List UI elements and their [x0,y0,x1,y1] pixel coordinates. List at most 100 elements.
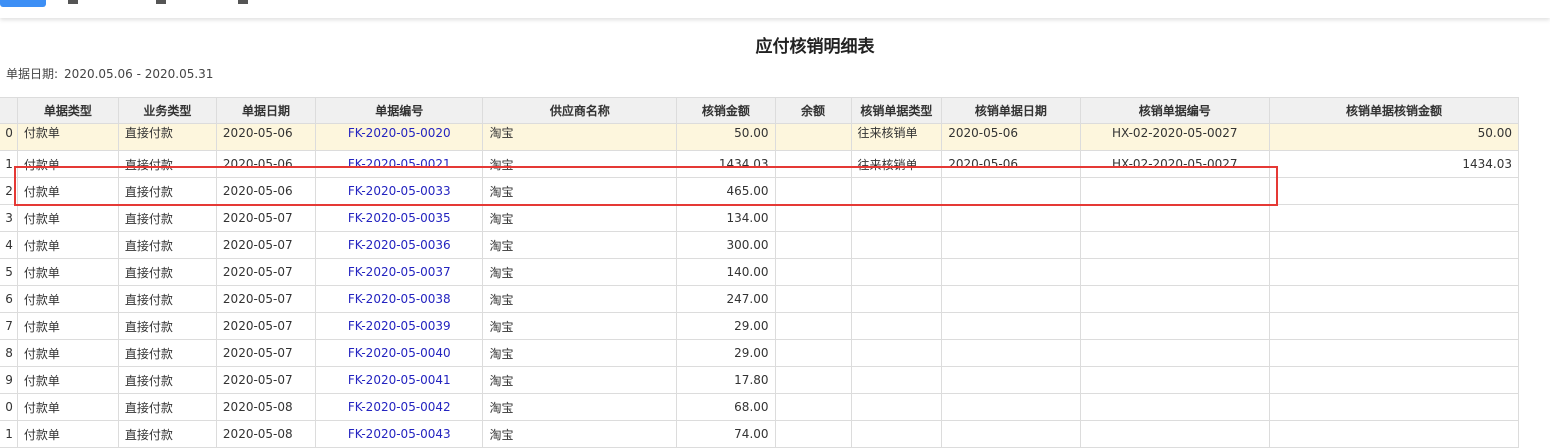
cell-doc-no-link[interactable]: FK-2020-05-0037 [315,258,484,286]
column-header-balance[interactable]: 余额 [774,97,852,124]
active-tab-indicator[interactable] [0,0,46,7]
cell-amount: 74.00 [676,420,776,448]
table-row[interactable]: 0 付款单 直接付款 2020-05-08 FK-2020-05-0042 淘宝 68.00 [0,393,1520,421]
cell-wo-no [1079,366,1270,394]
cell-wo-type [850,204,943,232]
table-row[interactable]: 4 付款单 直接付款 2020-05-07 FK-2020-05-0036 淘宝 300.0… [0,231,1520,259]
cell-doc-no-link[interactable]: FK-2020-05-0033 [315,177,484,205]
cell-wo-type [850,258,943,286]
cell-doc-no-link[interactable]: FK-2020-05-0035 [315,204,484,232]
cell-supplier: 淘宝 [482,366,678,394]
cell-balance [774,393,852,421]
cell-amount: 17.80 [676,366,776,394]
column-header-amount[interactable]: 核销金额 [676,97,776,124]
column-header-date[interactable]: 单据日期 [215,97,317,124]
table-row[interactable]: 1 付款单 直接付款 2020-05-08 FK-2020-05-0043 淘宝 74.00 [0,420,1520,448]
cell-amount: 465.00 [676,177,776,205]
table-row[interactable]: 0 付款单 直接付款 2020-05-06 FK-2020-05-0020 淘宝 50.00… [0,123,1520,151]
column-header-index[interactable]: 号 [0,97,18,124]
cell-supplier: 淘宝 [482,177,678,205]
toolbar-icon[interactable] [156,0,166,4]
cell-wo-no [1079,231,1270,259]
cell-wo-type [850,420,943,448]
table-row[interactable]: 3 付款单 直接付款 2020-05-07 FK-2020-05-0035 淘宝 134.0… [0,204,1520,232]
date-range-label: 单据日期: [6,67,59,81]
cell-biz-type: 直接付款 [117,204,217,232]
toolbar-icon[interactable] [238,0,248,4]
row-index: 2 [0,177,18,205]
cell-balance [774,150,852,178]
cell-wo-type [850,393,943,421]
cell-biz-type: 直接付款 [117,123,217,151]
cell-biz-type: 直接付款 [117,285,217,313]
column-header-wo-type[interactable]: 核销单据类型 [850,97,943,124]
cell-doc-no-link[interactable]: FK-2020-05-0043 [315,420,484,448]
column-header-doc-type[interactable]: 单据类型 [16,97,119,124]
row-index: 1 [0,420,18,448]
cell-wo-date [941,204,1081,232]
cell-doc-type: 付款单 [16,231,119,259]
column-header-doc-no[interactable]: 单据编号 [315,97,484,124]
table-row[interactable]: 6 付款单 直接付款 2020-05-07 FK-2020-05-0038 淘宝 247.0… [0,285,1520,313]
cell-doc-type: 付款单 [16,285,119,313]
cell-amount: 134.00 [676,204,776,232]
cell-supplier: 淘宝 [482,312,678,340]
cell-doc-no-link[interactable]: FK-2020-05-0021 [315,150,484,178]
cell-supplier: 淘宝 [482,339,678,367]
cell-wo-no [1079,177,1270,205]
cell-amount: 50.00 [676,123,776,151]
cell-wo-no [1079,393,1270,421]
date-range-value: 2020.05.06 - 2020.05.31 [64,67,214,81]
table-row[interactable]: 7 付款单 直接付款 2020-05-07 FK-2020-05-0039 淘宝 29.00 [0,312,1520,340]
cell-wo-type [850,366,943,394]
cell-supplier: 淘宝 [482,150,678,178]
cell-wo-amount [1268,366,1520,394]
cell-balance [774,339,852,367]
cell-doc-no-link[interactable]: FK-2020-05-0039 [315,312,484,340]
cell-amount: 29.00 [676,312,776,340]
toolbar-icon[interactable] [68,0,78,4]
column-header-biz-type[interactable]: 业务类型 [117,97,217,124]
cell-wo-type [850,285,943,313]
cell-balance [774,420,852,448]
column-header-wo-date[interactable]: 核销单据日期 [941,97,1081,124]
row-index: 1 [0,150,18,178]
cell-wo-type [850,177,943,205]
cell-wo-no [1079,258,1270,286]
cell-doc-no-link[interactable]: FK-2020-05-0036 [315,231,484,259]
table-row[interactable]: 5 付款单 直接付款 2020-05-07 FK-2020-05-0037 淘宝 140.0… [0,258,1520,286]
table-row[interactable]: 8 付款单 直接付款 2020-05-07 FK-2020-05-0040 淘宝 29.00 [0,339,1520,367]
cell-doc-no-link[interactable]: FK-2020-05-0042 [315,393,484,421]
row-index: 8 [0,339,18,367]
row-index: 3 [0,204,18,232]
cell-doc-no-link[interactable]: FK-2020-05-0020 [315,123,484,151]
column-header-wo-no[interactable]: 核销单据编号 [1079,97,1270,124]
cell-doc-no-link[interactable]: FK-2020-05-0041 [315,366,484,394]
cell-wo-no: HX-02-2020-05-0027 [1079,150,1270,178]
cell-doc-type: 付款单 [16,393,119,421]
cell-wo-date [941,231,1081,259]
cell-biz-type: 直接付款 [117,258,217,286]
cell-date: 2020-05-07 [215,258,317,286]
column-header-wo-amount[interactable]: 核销单据核销金额 [1268,97,1520,124]
cell-amount: 300.00 [676,231,776,259]
cell-supplier: 淘宝 [482,285,678,313]
table-row[interactable]: 9 付款单 直接付款 2020-05-07 FK-2020-05-0041 淘宝 17.80 [0,366,1520,394]
cell-supplier: 淘宝 [482,420,678,448]
cell-biz-type: 直接付款 [117,177,217,205]
cell-wo-no [1079,312,1270,340]
cell-wo-date [941,393,1081,421]
cell-wo-amount [1268,393,1520,421]
column-header-supplier[interactable]: 供应商名称 [482,97,678,124]
cell-balance [774,177,852,205]
cell-balance [774,123,852,151]
row-index: 0 [0,393,18,421]
table-row[interactable]: 2 付款单 直接付款 2020-05-06 FK-2020-05-0033 淘宝 465.0… [0,177,1520,205]
cell-wo-date [941,366,1081,394]
cell-doc-no-link[interactable]: FK-2020-05-0038 [315,285,484,313]
cell-doc-no-link[interactable]: FK-2020-05-0040 [315,339,484,367]
cell-supplier: 淘宝 [482,123,678,151]
cell-wo-amount [1268,204,1520,232]
cell-wo-no [1079,285,1270,313]
table-row[interactable]: 1 付款单 直接付款 2020-05-06 FK-2020-05-0021 淘宝 1434.… [0,150,1520,178]
